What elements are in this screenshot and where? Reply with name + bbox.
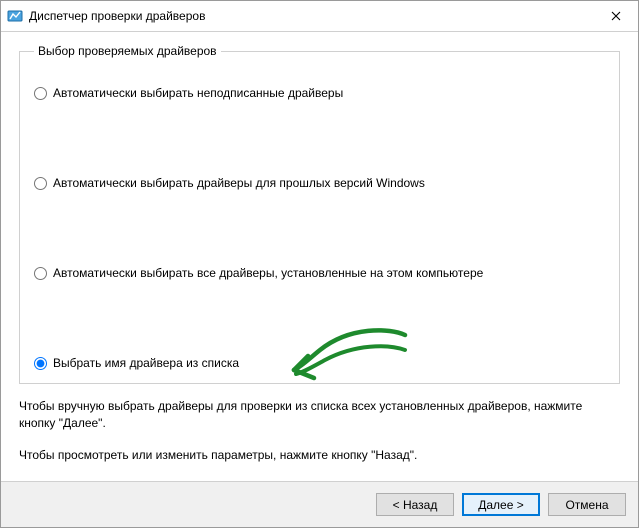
cancel-button[interactable]: Отмена <box>548 493 626 516</box>
radio-row-alldrivers: Автоматически выбирать все драйверы, уст… <box>34 266 483 280</box>
radio-alldrivers-label[interactable]: Автоматически выбирать все драйверы, уст… <box>53 266 483 280</box>
app-icon <box>7 8 23 24</box>
help-text-p2: Чтобы просмотреть или изменить параметры… <box>19 447 620 464</box>
close-button[interactable] <box>593 1 638 31</box>
help-text-p1: Чтобы вручную выбрать драйверы для прове… <box>19 398 620 433</box>
radio-oldwin[interactable] <box>34 177 47 190</box>
close-icon <box>611 11 621 21</box>
radio-row-unsigned: Автоматически выбирать неподписанные дра… <box>34 86 343 100</box>
radio-row-oldwin: Автоматически выбирать драйверы для прош… <box>34 176 425 190</box>
dialog-window: Диспетчер проверки драйверов Выбор прове… <box>0 0 639 528</box>
driver-selection-group: Выбор проверяемых драйверов Автоматическ… <box>19 44 620 384</box>
next-button[interactable]: Далее > <box>462 493 540 516</box>
arrow-annotation <box>280 320 410 390</box>
radio-fromlist[interactable] <box>34 357 47 370</box>
help-text: Чтобы вручную выбрать драйверы для прове… <box>19 398 620 464</box>
back-button[interactable]: < Назад <box>376 493 454 516</box>
radio-alldrivers[interactable] <box>34 267 47 280</box>
radio-unsigned[interactable] <box>34 87 47 100</box>
group-legend: Выбор проверяемых драйверов <box>34 44 221 58</box>
client-area: Выбор проверяемых драйверов Автоматическ… <box>1 32 638 481</box>
radio-unsigned-label[interactable]: Автоматически выбирать неподписанные дра… <box>53 86 343 100</box>
titlebar: Диспетчер проверки драйверов <box>1 1 638 32</box>
radio-oldwin-label[interactable]: Автоматически выбирать драйверы для прош… <box>53 176 425 190</box>
radio-row-fromlist: Выбрать имя драйвера из списка <box>34 356 239 370</box>
radio-fromlist-label[interactable]: Выбрать имя драйвера из списка <box>53 356 239 370</box>
window-title: Диспетчер проверки драйверов <box>29 9 205 23</box>
wizard-footer: < Назад Далее > Отмена <box>1 481 638 527</box>
